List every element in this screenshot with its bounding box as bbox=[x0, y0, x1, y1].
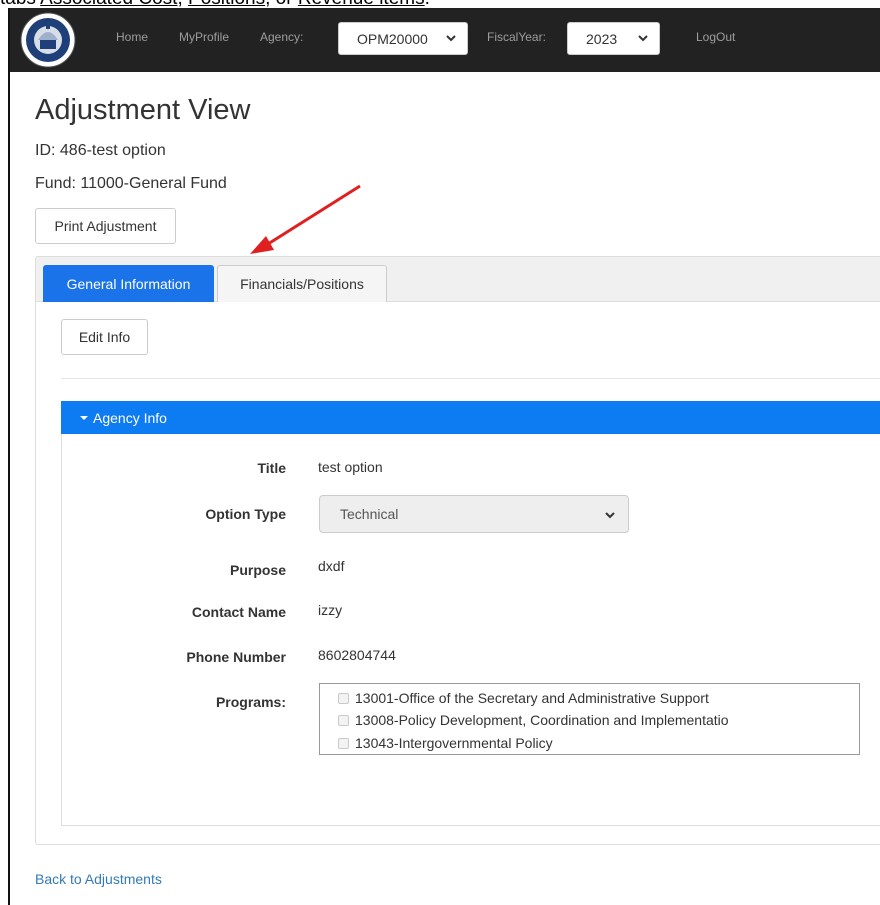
tab-financials-positions[interactable]: Financials/Positions bbox=[217, 265, 387, 302]
back-to-adjustments-link[interactable]: Back to Adjustments bbox=[35, 871, 162, 887]
chevron-down-icon bbox=[638, 35, 648, 42]
page-title: Adjustment View bbox=[35, 94, 251, 126]
fiscal-year-label: FiscalYear: bbox=[487, 30, 546, 44]
option-type-value: Technical bbox=[340, 506, 399, 522]
chevron-down-icon bbox=[605, 512, 615, 519]
program-label: 13001-Office of the Secretary and Admini… bbox=[355, 690, 709, 706]
agency-label: Agency: bbox=[260, 30, 304, 44]
chevron-down-icon bbox=[446, 35, 456, 42]
tab-general-information[interactable]: General Information bbox=[43, 265, 214, 302]
phone-number-value: 8602804744 bbox=[318, 647, 396, 663]
nav-home-link[interactable]: Home bbox=[116, 30, 148, 44]
document-text-strip: tabs Associated Cost, Positions, or Reve… bbox=[0, 0, 880, 8]
revenue-items-link[interactable]: Revenue items bbox=[298, 0, 425, 8]
program-item[interactable]: 13001-Office of the Secretary and Admini… bbox=[338, 690, 709, 706]
agency-select[interactable]: OPM20000 bbox=[338, 22, 468, 55]
caret-down-icon bbox=[80, 415, 88, 420]
purpose-value: dxdf bbox=[318, 558, 345, 574]
annotation-arrow bbox=[250, 184, 361, 254]
edit-info-button[interactable]: Edit Info bbox=[61, 319, 148, 355]
fund-name: Fund: 11000-General Fund bbox=[35, 175, 227, 192]
program-label: 13043-Intergovernmental Policy bbox=[355, 735, 553, 751]
adjustment-id: ID: 486-test option bbox=[35, 142, 166, 159]
programs-label: Programs: bbox=[215, 694, 286, 710]
option-type-label: Option Type bbox=[205, 506, 286, 522]
fiscal-year-select[interactable]: 2023 bbox=[567, 22, 660, 55]
top-navbar: Home MyProfile Agency: OPM20000 FiscalYe… bbox=[10, 8, 880, 72]
program-checkbox[interactable] bbox=[338, 692, 349, 704]
purpose-label: Purpose bbox=[229, 562, 286, 578]
phone-number-label: Phone Number bbox=[186, 649, 286, 665]
agency-info-header[interactable]: Agency Info bbox=[61, 401, 880, 434]
option-type-select[interactable]: Technical bbox=[319, 495, 629, 533]
agency-info-title: Agency Info bbox=[93, 409, 167, 426]
title-label: Title bbox=[257, 460, 286, 476]
nav-myprofile-link[interactable]: MyProfile bbox=[179, 30, 229, 44]
divider bbox=[61, 378, 880, 379]
print-adjustment-button[interactable]: Print Adjustment bbox=[35, 208, 176, 244]
contact-name-value: izzy bbox=[318, 602, 343, 618]
agency-select-value: OPM20000 bbox=[357, 30, 428, 47]
program-label: 13008-Policy Development, Coordination a… bbox=[355, 712, 729, 728]
fiscal-year-select-value: 2023 bbox=[586, 30, 618, 47]
agency-seal-icon[interactable] bbox=[18, 10, 78, 70]
program-checkbox[interactable] bbox=[338, 737, 349, 749]
contact-name-label: Contact Name bbox=[191, 604, 286, 620]
program-checkbox[interactable] bbox=[338, 714, 349, 726]
title-value: test option bbox=[318, 459, 383, 475]
associated-cost-link[interactable]: Associated Cost bbox=[40, 0, 177, 8]
program-item[interactable]: 13008-Policy Development, Coordination a… bbox=[338, 712, 729, 728]
agency-info-panel bbox=[61, 401, 880, 826]
program-item[interactable]: 13043-Intergovernmental Policy bbox=[338, 735, 553, 751]
positions-link[interactable]: Positions bbox=[188, 0, 265, 8]
logout-link[interactable]: LogOut bbox=[696, 30, 735, 44]
